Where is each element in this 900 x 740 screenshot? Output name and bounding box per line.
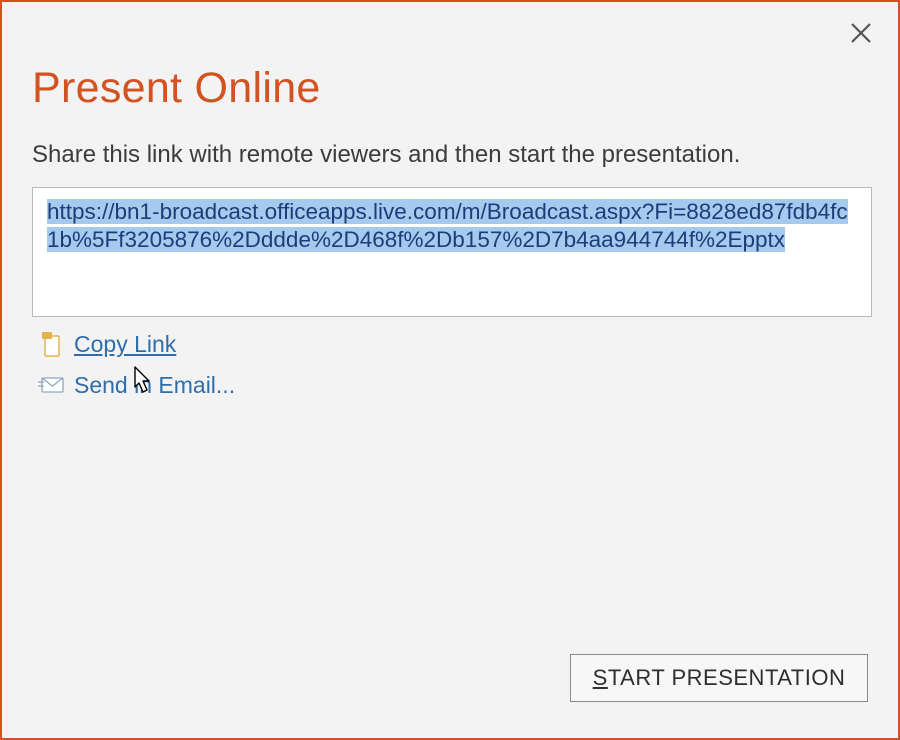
email-icon	[38, 373, 64, 399]
close-icon	[850, 22, 872, 44]
copy-link-row[interactable]: Copy Link	[32, 331, 868, 358]
start-presentation-label: START PRESENTATION	[593, 665, 846, 691]
share-link-text: https://bn1-broadcast.officeapps.live.co…	[47, 199, 848, 252]
start-presentation-button[interactable]: START PRESENTATION	[570, 654, 868, 702]
link-actions: Copy Link Send in Email...	[32, 331, 868, 399]
share-link-input[interactable]: https://bn1-broadcast.officeapps.live.co…	[32, 187, 872, 317]
copy-link-label: Copy Link	[74, 331, 176, 358]
dialog-title: Present Online	[32, 64, 868, 113]
send-email-row[interactable]: Send in Email...	[32, 372, 868, 399]
dialog-subtitle: Share this link with remote viewers and …	[32, 141, 868, 169]
dialog-content: Present Online Share this link with remo…	[2, 2, 898, 399]
present-online-dialog: Present Online Share this link with remo…	[0, 0, 900, 740]
clipboard-icon	[38, 332, 64, 358]
close-button[interactable]	[844, 16, 878, 50]
send-email-label: Send in Email...	[74, 372, 235, 399]
